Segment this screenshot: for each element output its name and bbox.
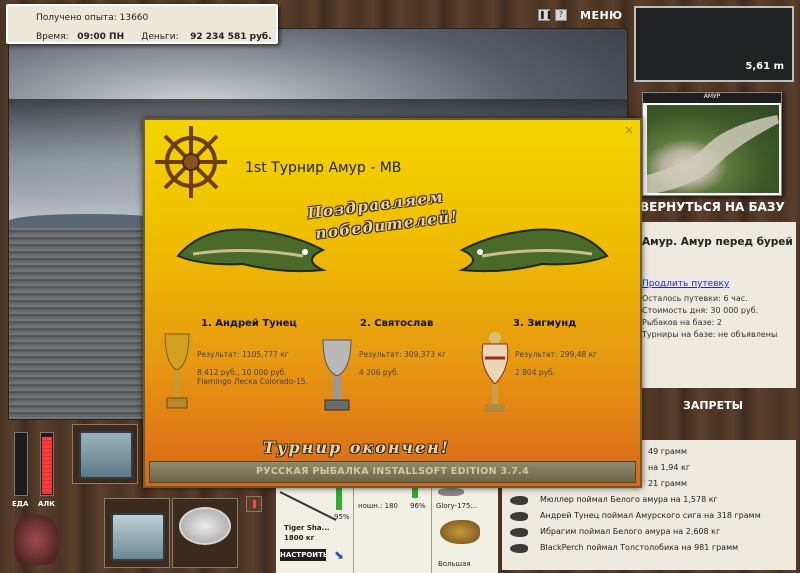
fish-icon (510, 528, 528, 537)
alcohol-gauge-fill (42, 437, 52, 494)
rod-health-bar (336, 488, 342, 510)
map-image (647, 105, 779, 193)
tournament-finished-banner: Турнир окончен! (263, 438, 450, 457)
extend-permit-link[interactable]: Продлить путевку (642, 279, 729, 289)
alert-icon (253, 500, 256, 508)
alcohol-gauge (40, 432, 54, 496)
log-text: 49 грамм (648, 447, 687, 456)
log-text: Ибрагим поймал Белого амура на 2,608 кг (540, 527, 721, 536)
rod-name: Tiger Sha... (284, 524, 330, 532)
bans-button[interactable]: ЗАПРЕТЫ (683, 399, 743, 412)
fish-bait-icon (440, 520, 480, 544)
tackle-box-icon (79, 431, 133, 479)
lure-box-icon (111, 513, 165, 561)
day-cost: Стоимость дня: 30 000 руб. (642, 306, 759, 315)
experience-row: Получено опыта: 13660 (36, 13, 148, 23)
sonar-display: 5,61 m (634, 6, 794, 82)
log-text: Андрей Тунец поймал Амурского сига на 31… (540, 511, 761, 520)
location-title: Амур. Амур перед бурей (642, 236, 793, 248)
log-text: BlackPerch поймал Толстолобика на 981 гр… (540, 543, 739, 552)
time-money-row: Время: 09:00 ПН Деньги: 92 234 581 руб. (36, 32, 272, 42)
winner-1-extra: Flamingo Леска Colorado-15. (197, 377, 309, 386)
log-text: Мюллер поймал Белого амура на 1,578 кг (540, 495, 718, 504)
winner-2-result: Результат: 309,373 кг (359, 350, 446, 359)
pike-left-image (176, 228, 327, 273)
fish-icon (510, 544, 528, 553)
money-value: 92 234 581 руб. (190, 32, 272, 42)
money-label: Деньги: (141, 32, 179, 42)
pike-right-image (458, 228, 609, 273)
lure-box-slot[interactable] (104, 498, 170, 568)
pause-icon[interactable]: ❚❚ (538, 9, 552, 21)
silver-trophy-icon (322, 339, 352, 411)
tackle-box-slot[interactable] (72, 424, 138, 484)
alcohol-label: АЛК (38, 500, 55, 508)
lure-slot[interactable]: Glory-175... Большая (432, 486, 498, 573)
time-value: 09:00 ПН (77, 32, 125, 42)
menu-button[interactable]: МЕНЮ (580, 9, 623, 22)
rod-percent: 95% (334, 513, 350, 521)
line-percent: 96% (410, 502, 426, 510)
rod-icon (279, 491, 337, 521)
winner-3-result: Результат: 299,48 кг (515, 350, 598, 359)
location-info-panel: Амур. Амур перед бурей Продлить путевку … (638, 222, 796, 388)
experience-label: Получено опыта: (36, 13, 117, 23)
winner-1-result: Результат: 1105,777 кг (197, 350, 289, 359)
lure-icon (438, 488, 464, 496)
arrow-icon[interactable]: ⬊ (334, 548, 344, 562)
ship-wheel-icon (155, 126, 227, 198)
bait-bag-icon[interactable] (14, 515, 58, 565)
tournament-title: 1st Турнир Амур - МВ (245, 160, 402, 176)
line-health-bar (412, 488, 418, 498)
setup-button[interactable]: НАСТРОИТЬ (280, 549, 328, 561)
winner-3-prize: 2 804 руб. (515, 368, 556, 377)
rods-panel: 95% Tiger Sha... 1800 кг НАСТРОИТЬ ⬊ нош… (276, 486, 498, 573)
line-label: ношн.: 180 (358, 502, 399, 510)
log-text: 21 грамм (648, 479, 687, 488)
drop-icon[interactable] (246, 496, 262, 512)
anglers-count: Рыбаков на базе: 2 (642, 318, 722, 327)
lure-size: Большая (438, 560, 471, 568)
rod-slot-1[interactable]: 95% Tiger Sha... 1800 кг НАСТРОИТЬ ⬊ (276, 486, 354, 573)
tournament-results-dialog: × 1st Турнир Амур - МВ Поздравляем побед… (143, 118, 642, 488)
gold-trophy-icon (160, 333, 194, 409)
permit-remaining: Осталось путевки: 6 час. (642, 294, 748, 303)
food-gauge (14, 432, 28, 496)
winner-3-name: 3. Зигмунд (513, 318, 577, 329)
location-map[interactable]: АМУР (642, 92, 782, 196)
map-caption: АМУР (643, 93, 781, 103)
bronze-trophy-icon (481, 332, 509, 412)
lure-name: Glory-175... (436, 502, 478, 510)
log-text: на 1,94 кг (648, 463, 691, 472)
winner-1-prize: 8 412 руб., 10 000 руб. (197, 368, 287, 377)
experience-value: 13660 (119, 13, 149, 23)
winner-1-name: 1. Андрей Тунец (201, 318, 297, 329)
status-panel: Получено опыта: 13660 Время: 09:00 ПН Де… (6, 4, 278, 44)
landing-net-icon (179, 507, 231, 545)
net-slot[interactable] (172, 498, 238, 568)
depth-value: 5,61 m (745, 61, 784, 72)
game-version-footer: РУССКАЯ РЫБАЛКА INSTALLSOFT EDITION 3.7.… (149, 461, 636, 483)
food-label: ЕДА (12, 500, 29, 508)
winner-2-name: 2. Святослав (360, 318, 434, 329)
fish-icon (510, 496, 528, 505)
rod-weight: 1800 кг (284, 534, 315, 542)
winner-2-prize: 4 206 руб. (359, 368, 400, 377)
close-icon[interactable]: × (624, 123, 634, 137)
time-label: Время: (36, 32, 69, 42)
tournaments-status: Турниры на базе: не объявлены (642, 330, 778, 339)
line-slot[interactable]: ношн.: 180 96% (354, 486, 432, 573)
fish-icon (510, 512, 528, 521)
return-to-base-button[interactable]: ВЕРНУТЬСЯ НА БАЗУ (640, 200, 785, 214)
help-icon[interactable]: ? (555, 9, 567, 21)
